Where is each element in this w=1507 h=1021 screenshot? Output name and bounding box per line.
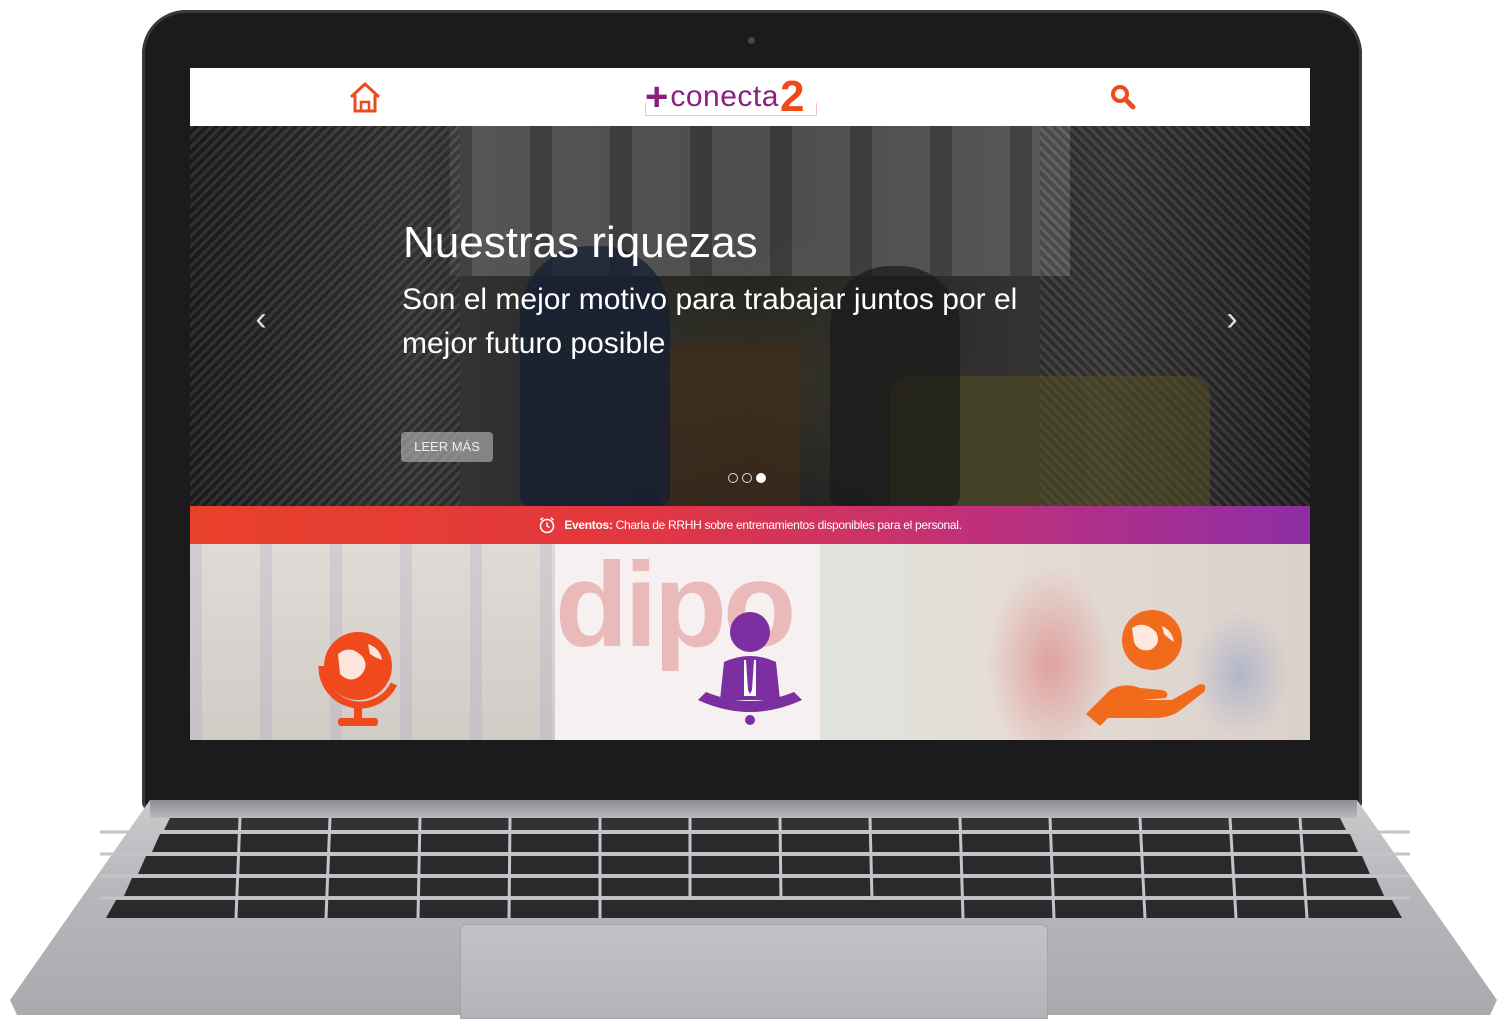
carousel-dot-3[interactable]	[756, 473, 766, 483]
hero-subtitle: Son el mejor motivo para trabajar juntos…	[402, 283, 1018, 360]
hero-carousel: Nuestras riquezas Son el mejor motivo pa…	[190, 126, 1310, 506]
logo-underline	[645, 103, 817, 116]
event-bar[interactable]: Eventos: Charla de RRHH sobre entrenamie…	[190, 506, 1310, 544]
tile-globe[interactable]	[190, 544, 555, 740]
site-header: + conecta 2	[190, 68, 1310, 126]
hero-title: Nuestras riquezas	[403, 218, 758, 267]
tile-overlay	[820, 544, 1310, 740]
feature-tiles: dipo	[190, 544, 1310, 740]
tile-dipo[interactable]: dipo	[555, 544, 820, 740]
home-icon	[349, 82, 381, 113]
carousel-prev-button[interactable]: ‹	[246, 302, 276, 336]
home-button[interactable]	[348, 80, 382, 114]
carousel-dot-2[interactable]	[742, 473, 752, 483]
search-icon	[1111, 85, 1136, 110]
carousel-indicators	[728, 473, 766, 483]
globe-icon	[318, 632, 398, 726]
carousel-next-button[interactable]: ›	[1217, 302, 1247, 336]
site-logo[interactable]: + conecta 2	[645, 72, 855, 121]
hand-globe-icon	[1086, 610, 1206, 726]
tile-hand-globe[interactable]	[820, 544, 1310, 740]
trackpad[interactable]	[460, 924, 1048, 1019]
person-meditation-icon	[698, 612, 802, 725]
carousel-dot-1[interactable]	[728, 473, 738, 483]
event-text: Eventos: Charla de RRHH sobre entrenamie…	[564, 518, 962, 532]
event-label: Eventos:	[564, 518, 613, 532]
event-description: Charla de RRHH sobre entrenamientos disp…	[615, 518, 962, 532]
search-button[interactable]	[1108, 82, 1138, 112]
screen: + conecta 2 Nuestras riquezas Son el mej…	[190, 68, 1310, 740]
read-more-button[interactable]: LEER MÁS	[401, 432, 493, 462]
alarm-clock-icon	[540, 517, 555, 534]
